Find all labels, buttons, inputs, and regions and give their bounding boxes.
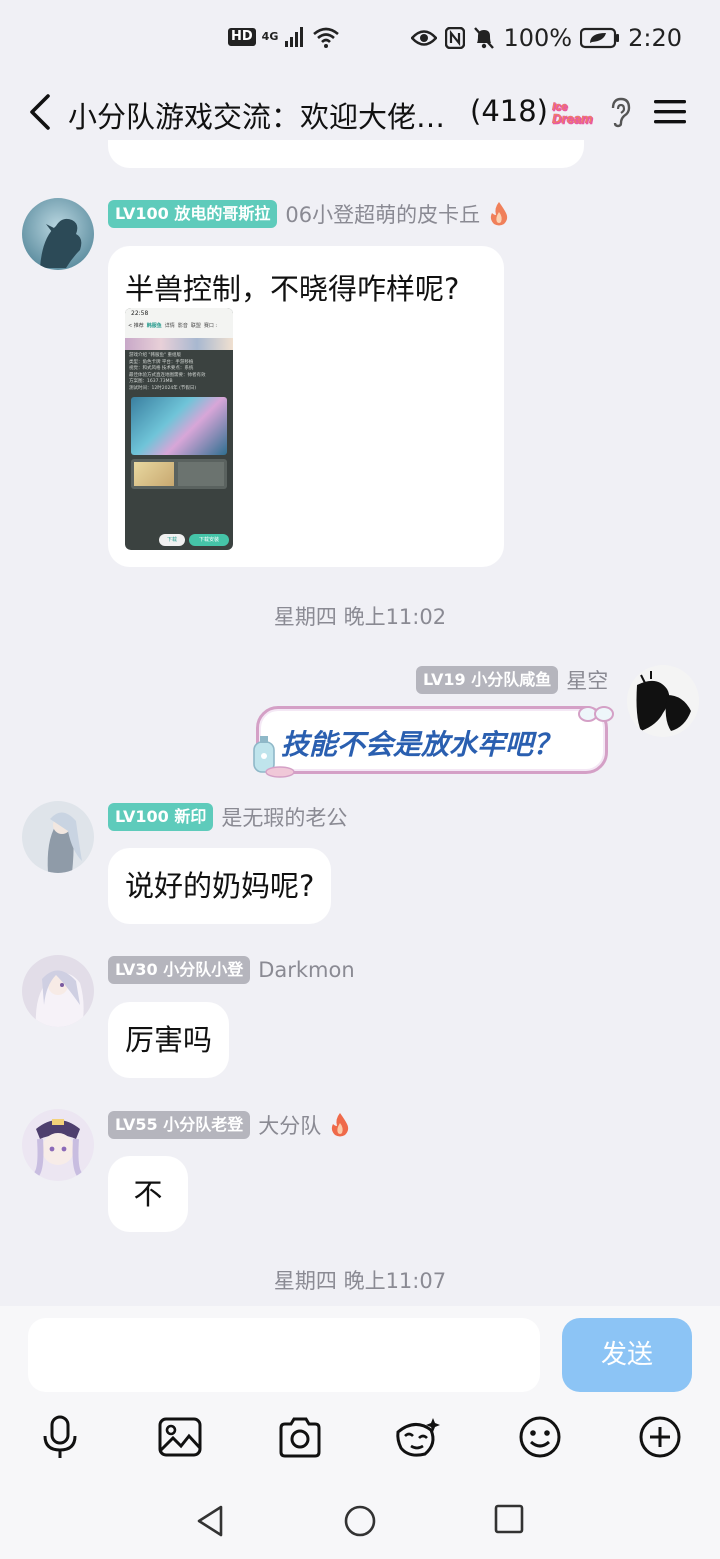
sender-name[interactable]: 星空 <box>566 665 608 695</box>
avatar[interactable] <box>22 198 94 270</box>
group-badge: Ice Dream <box>550 98 598 131</box>
screenshot-tab: 详情 <box>164 323 175 329</box>
message-bubble[interactable]: 半兽控制，不晓得咋样呢? 22:58 < 推荐 韩服鱼 详情 影音 联盟 赛口 … <box>108 246 504 567</box>
message-text: 半兽控制，不晓得咋样呢? <box>125 272 460 306</box>
message-bubble[interactable]: 说好的奶妈呢? <box>108 848 332 924</box>
message-meta: LV100 新印 是无瑕的老公 <box>108 802 347 832</box>
microphone-icon[interactable] <box>37 1414 83 1460</box>
image-icon[interactable] <box>157 1414 203 1460</box>
wife-avatar-image <box>22 801 94 873</box>
camera-icon[interactable] <box>277 1414 323 1460</box>
battery-icon <box>580 27 620 49</box>
darkmon-avatar-image <box>22 955 94 1027</box>
message-meta: LV55 小分队老登 大分队 <box>108 1110 351 1140</box>
message-text: 技能不会是放水牢吧？ <box>281 728 562 761</box>
plus-icon[interactable] <box>637 1414 683 1460</box>
message-bubble[interactable]: 厉害吗 <box>108 1002 230 1078</box>
svg-text:Dream: Dream <box>552 111 593 126</box>
ice-dream-logo: Ice Dream <box>552 101 594 127</box>
screenshot-tab: 韩服鱼 <box>146 323 162 329</box>
screenshot-card-image <box>134 462 174 486</box>
screenshot-banner <box>125 338 233 350</box>
message-input[interactable] <box>28 1318 540 1392</box>
sender-name[interactable]: Darkmon <box>258 958 354 982</box>
message-text: 说好的奶妈呢? <box>125 869 315 903</box>
avatar[interactable] <box>22 801 94 873</box>
screenshot-artwork <box>131 397 227 455</box>
menu-icon[interactable] <box>652 96 688 128</box>
goggles-icon <box>578 706 614 722</box>
avatar[interactable] <box>22 955 94 1027</box>
avatar[interactable] <box>22 1109 94 1181</box>
message-bubble[interactable]: 不 <box>108 1156 188 1232</box>
screenshot-tabs: < 推荐 韩服鱼 详情 影音 联盟 赛口 : <box>128 322 217 329</box>
level-badge: LV19 小分队咸鱼 <box>416 666 559 694</box>
screenshot-card <box>131 459 227 489</box>
level-badge: LV55 小分队老登 <box>108 1111 251 1139</box>
emoji-icon[interactable] <box>517 1414 563 1460</box>
level-badge: LV30 小分队小登 <box>108 956 251 984</box>
message-meta: LV19 小分队咸鱼 星空 <box>416 665 608 695</box>
soap-bottle-icon <box>253 736 295 778</box>
avatar[interactable] <box>627 665 699 737</box>
nav-recents-icon[interactable] <box>494 1504 524 1534</box>
screenshot-line: 测试时间：12时2024年 (节假日) <box>129 385 197 391</box>
screenshot-card-text <box>178 462 224 486</box>
screenshot-install-button: 下载安装 <box>188 534 229 546</box>
screenshot-download-button: 下载 <box>158 534 185 546</box>
level-badge: LV100 放电的哥斯拉 <box>108 200 278 228</box>
nfc-icon <box>445 27 466 49</box>
input-area: 发送 <box>0 1306 720 1559</box>
screenshot-header: 22:58 < 推荐 韩服鱼 详情 影音 联盟 赛口 : <box>125 308 233 338</box>
status-left: HD 4G <box>228 26 340 48</box>
screenshot-tab: < 推荐 <box>128 323 144 329</box>
mask-sticker-icon[interactable] <box>395 1414 441 1460</box>
screenshot-tab: 联盟 <box>190 323 201 329</box>
message-meta: LV30 小分队小登 Darkmon <box>108 956 355 984</box>
screenshot-tab: 赛口 : <box>203 323 218 329</box>
status-bar: HD 4G 100% 2:20 <box>0 0 720 80</box>
status-right: 100% 2:20 <box>411 24 682 52</box>
sender-name[interactable]: 大分队 <box>258 1110 321 1140</box>
screenshot-time: 22:58 <box>131 310 149 317</box>
message-text: 厉害吗 <box>125 1023 213 1057</box>
qiqi-avatar-image <box>22 1109 94 1181</box>
timestamp: 星期四 晚上11:07 <box>273 1269 447 1293</box>
sender-name[interactable]: 06小登超萌的皮卡丘 <box>285 199 480 229</box>
godzilla-avatar-image <box>22 198 94 270</box>
screenshot-footer: 下载 下载安装 <box>129 534 229 546</box>
nav-home-icon[interactable] <box>343 1504 377 1538</box>
wifi-icon <box>313 27 340 48</box>
sender-name[interactable]: 是无瑕的老公 <box>221 802 347 832</box>
message-bubble-styled[interactable]: 技能不会是放水牢吧？ <box>256 706 608 774</box>
battery-percent: 100% <box>503 24 573 52</box>
member-count: (418) <box>470 94 548 128</box>
nav-back-icon[interactable] <box>195 1504 225 1538</box>
send-button[interactable]: 发送 <box>562 1318 692 1392</box>
flame-icon <box>490 202 508 226</box>
image-attachment[interactable]: 22:58 < 推荐 韩服鱼 详情 影音 联盟 赛口 : 游戏介绍 "韩服鱼" … <box>125 308 233 550</box>
flame-icon <box>332 1113 349 1137</box>
previous-message-bubble <box>108 140 584 168</box>
chat-header: 小分队游戏交流：欢迎大佬… (418) Ice Dream <box>0 80 720 144</box>
ear-icon[interactable] <box>608 96 632 128</box>
level-badge: LV100 新印 <box>108 803 214 831</box>
self-avatar-image <box>627 665 699 737</box>
timestamp: 星期四 晚上11:02 <box>273 605 447 629</box>
back-icon[interactable] <box>22 92 56 132</box>
chat-title[interactable]: 小分队游戏交流：欢迎大佬… <box>68 94 445 136</box>
signal-icon <box>285 27 304 47</box>
network-type: 4G <box>261 30 279 43</box>
screenshot-tab: 影音 <box>177 323 188 329</box>
message-text: 不 <box>133 1177 163 1211</box>
eye-icon <box>411 30 438 46</box>
hd-indicator: HD <box>228 28 256 46</box>
message-meta: LV100 放电的哥斯拉 06小登超萌的皮卡丘 <box>108 199 510 229</box>
screenshot-info: 游戏介绍 "韩服鱼" 重组版 类型：角色卡牌 平台：手游移植 视觉：和式风格 技… <box>125 350 233 395</box>
clock: 2:20 <box>628 24 682 52</box>
bell-muted-icon <box>474 27 495 49</box>
